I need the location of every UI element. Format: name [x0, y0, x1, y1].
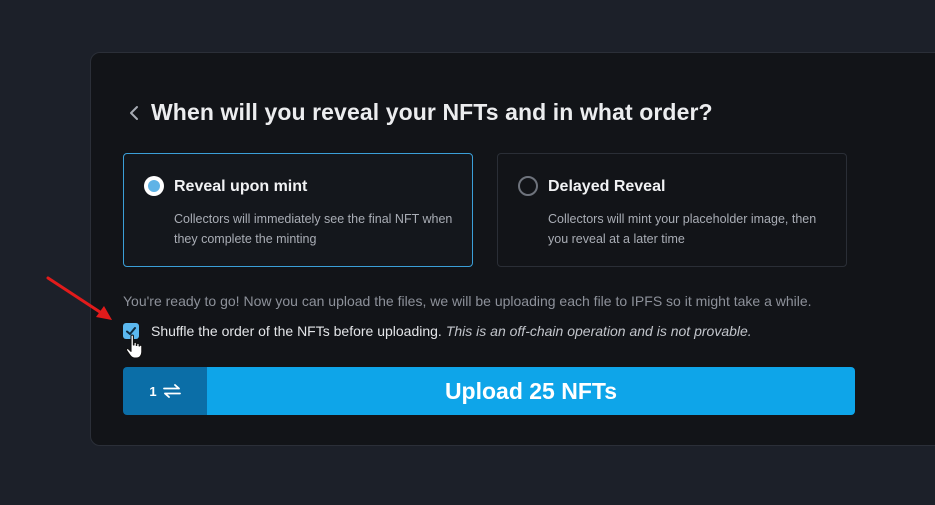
annotation-arrow-icon — [46, 276, 112, 320]
shuffle-option: Shuffle the order of the NFTs before upl… — [123, 323, 752, 339]
shuffle-label: Shuffle the order of the NFTs before upl… — [151, 323, 442, 339]
option-description: Collectors will mint your placeholder im… — [548, 212, 817, 246]
option-description: Collectors will immediately see the fina… — [174, 212, 453, 246]
option-title: Delayed Reveal — [548, 178, 666, 195]
swap-arrows-icon — [162, 384, 181, 398]
reveal-settings-card: When will you reveal your NFTs and in wh… — [90, 52, 935, 446]
chevron-left-icon — [130, 105, 138, 120]
hand-pointer-icon — [125, 334, 143, 359]
option-reveal-upon-mint[interactable]: Reveal upon mint Collectors will immedia… — [123, 153, 473, 267]
quantity-value: 1 — [149, 383, 157, 399]
option-delayed-reveal[interactable]: Delayed Reveal Collectors will mint your… — [497, 153, 847, 267]
radio-reveal-upon-mint[interactable] — [144, 176, 164, 196]
quantity-toggle-button[interactable]: 1 — [123, 367, 207, 415]
header: When will you reveal your NFTs and in wh… — [123, 99, 713, 126]
option-title: Reveal upon mint — [174, 178, 308, 195]
radio-delayed-reveal[interactable] — [518, 176, 538, 196]
info-text: You're ready to go! Now you can upload t… — [123, 293, 812, 309]
upload-button[interactable]: Upload 25 NFTs — [207, 367, 855, 415]
shuffle-note: This is an off-chain operation and is no… — [445, 323, 752, 339]
page-title: When will you reveal your NFTs and in wh… — [151, 99, 713, 125]
back-button[interactable] — [123, 102, 145, 124]
upload-button-group: 1 Upload 25 NFTs — [123, 367, 855, 415]
